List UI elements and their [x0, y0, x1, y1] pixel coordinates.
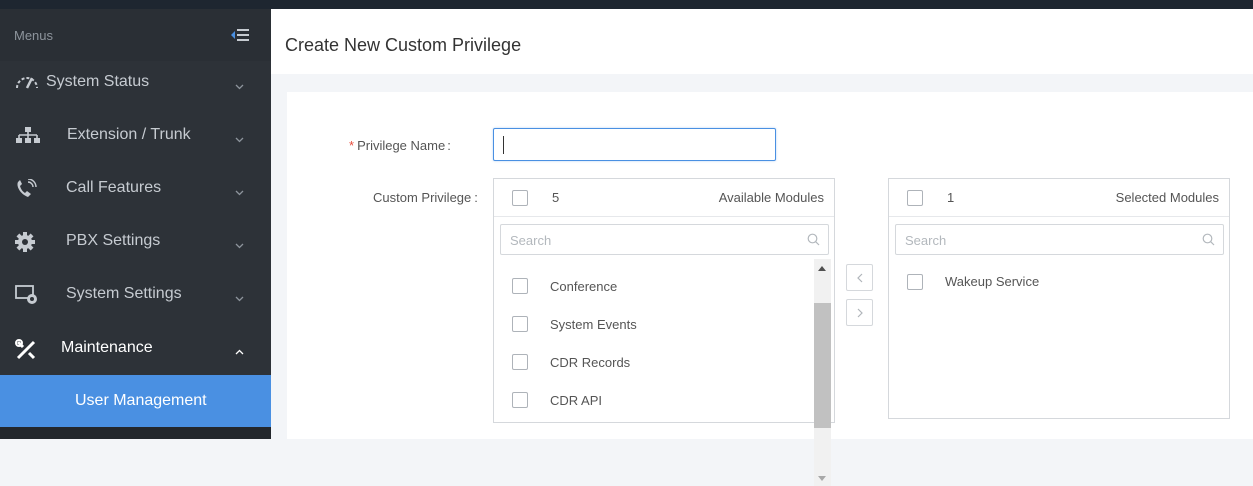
selected-count: 1 — [947, 190, 955, 205]
sidebar: Menus System Status Extension / Trunk Ca… — [0, 9, 271, 439]
page-title: Create New Custom Privilege — [285, 35, 522, 55]
selected-modules-box: 1 Selected Modules Search Wakeup Service — [888, 178, 1230, 419]
sidebar-item-label: PBX Settings — [66, 232, 161, 249]
search-icon — [807, 233, 820, 246]
privilege-name-input[interactable] — [493, 128, 776, 161]
chevron-up-icon — [235, 344, 244, 355]
sidebar-subitem-user-management[interactable]: User Management — [0, 375, 271, 427]
chevron-down-icon — [235, 184, 244, 196]
chevron-down-icon — [235, 237, 244, 249]
module-item[interactable]: Conference — [550, 279, 617, 294]
main-panel: * Privilege Name: Custom Privilege: 5 Ava… — [287, 92, 1253, 486]
available-modules-box: 5 Available Modules Search Conference Sy… — [493, 178, 835, 486]
move-left-button[interactable] — [846, 264, 873, 291]
selected-modules-title: Selected Modules — [1115, 190, 1219, 205]
sidebar-item-label: Call Features — [66, 179, 162, 196]
privilege-name-label: * Privilege Name: — [349, 138, 451, 153]
page-header: Create New Custom Privilege — [271, 9, 1253, 74]
module-item[interactable]: CDR Records — [550, 355, 630, 370]
gear-icon — [15, 232, 35, 252]
module-checkbox[interactable] — [907, 274, 923, 290]
sidebar-item-pbx-settings[interactable]: PBX Settings — [0, 215, 271, 268]
phone-icon — [15, 178, 37, 197]
module-checkbox[interactable] — [512, 392, 528, 408]
select-all-selected-checkbox[interactable] — [907, 190, 923, 206]
sidebar-item-extension-trunk[interactable]: Extension / Trunk — [0, 109, 271, 162]
selected-search-input[interactable]: Search — [895, 224, 1224, 255]
select-all-available-checkbox[interactable] — [512, 190, 528, 206]
sidebar-item-label: System Settings — [66, 285, 182, 302]
module-checkbox[interactable] — [512, 316, 528, 332]
chevron-down-icon — [235, 131, 244, 143]
gauge-icon — [15, 73, 38, 91]
required-marker: * — [349, 138, 355, 153]
available-list-scrollbar[interactable] — [814, 259, 831, 486]
sidebar-item-label: System Status — [46, 73, 150, 90]
scroll-thumb[interactable] — [814, 303, 831, 428]
sidebar-item-maintenance[interactable]: Maintenance — [0, 322, 271, 375]
module-item[interactable]: Wakeup Service — [945, 274, 1039, 289]
top-border — [0, 0, 1253, 9]
search-placeholder: Search — [905, 233, 947, 248]
module-checkbox[interactable] — [512, 278, 528, 294]
sidebar-item-system-status[interactable]: System Status — [0, 56, 271, 109]
search-placeholder: Search — [510, 233, 552, 248]
custom-privilege-label: Custom Privilege: — [373, 190, 478, 205]
move-right-button[interactable] — [846, 299, 873, 326]
tools-icon — [15, 339, 36, 360]
chevron-down-icon — [235, 78, 244, 90]
monitor-settings-icon — [15, 285, 37, 304]
text-caret — [503, 136, 504, 154]
sidebar-header: Menus — [0, 9, 271, 61]
module-item[interactable]: CDR API — [550, 393, 602, 408]
selected-modules-header: 1 Selected Modules — [889, 179, 1229, 217]
collapse-menu-icon[interactable] — [230, 27, 250, 43]
search-icon — [1202, 233, 1215, 246]
module-item[interactable]: System Events — [550, 317, 637, 332]
chevron-down-icon — [235, 290, 244, 302]
menus-label: Menus — [14, 28, 54, 43]
available-search-input[interactable]: Search — [500, 224, 829, 255]
chevron-right-icon — [857, 308, 863, 318]
available-count: 5 — [552, 190, 560, 205]
sidebar-subitem-label: User Management — [75, 392, 207, 409]
sidebar-item-label: Maintenance — [61, 339, 153, 356]
sidebar-item-call-features[interactable]: Call Features — [0, 162, 271, 215]
sidebar-item-label: Extension / Trunk — [67, 126, 191, 143]
sidebar-item-system-settings[interactable]: System Settings — [0, 268, 271, 321]
chevron-left-icon — [857, 273, 863, 283]
module-checkbox[interactable] — [512, 354, 528, 370]
sidebar-bottom — [0, 427, 271, 439]
network-icon — [15, 126, 40, 144]
scroll-down-arrow-icon[interactable] — [818, 476, 826, 481]
scroll-up-arrow-icon[interactable] — [818, 266, 826, 271]
available-modules-title: Available Modules — [718, 190, 824, 205]
available-modules-header: 5 Available Modules — [494, 179, 834, 217]
